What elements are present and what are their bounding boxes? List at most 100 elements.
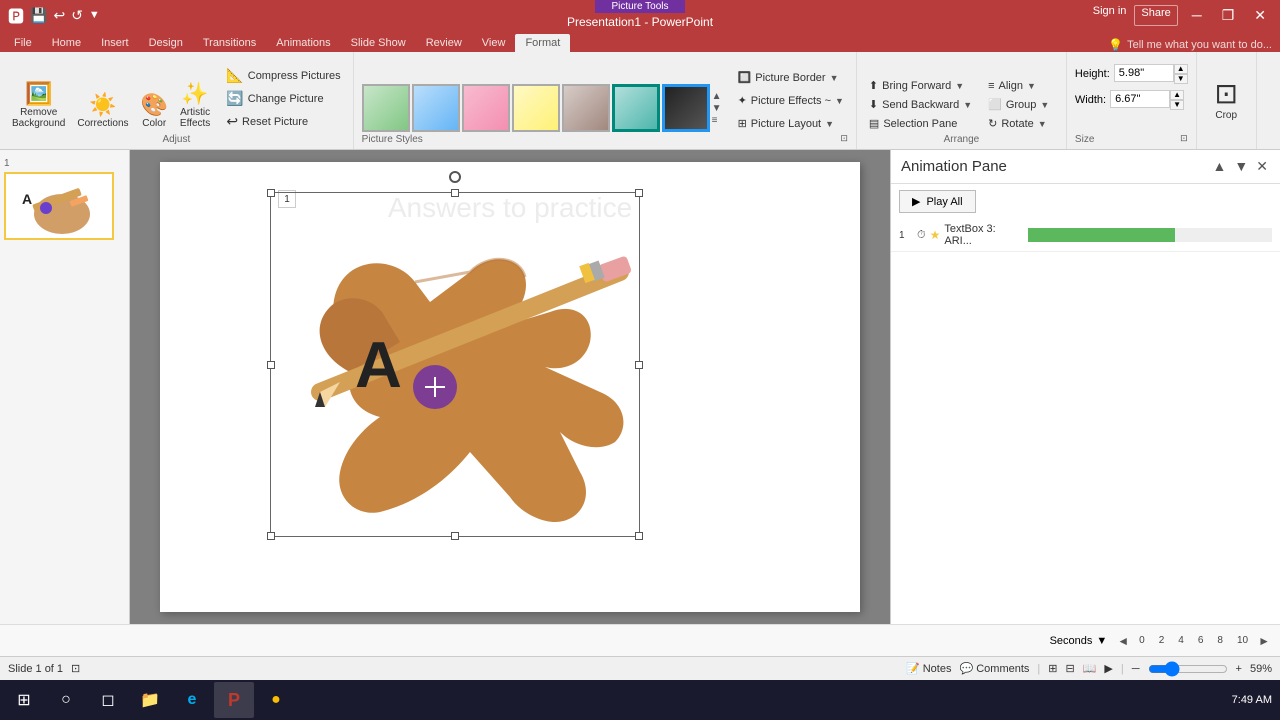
- tab-design[interactable]: Design: [139, 34, 193, 52]
- timeline-next-btn[interactable]: ►: [1256, 634, 1272, 648]
- tab-insert[interactable]: Insert: [91, 34, 139, 52]
- start-button[interactable]: ⊞: [4, 682, 44, 718]
- picture-styles-expand-btn[interactable]: ⊡: [840, 133, 848, 144]
- ribbon-group-adjust: 🖼️ RemoveBackground ☀️ Corrections 🎨 Col…: [0, 52, 354, 149]
- fit-icon[interactable]: ⊡: [71, 662, 80, 675]
- style-thumb-4[interactable]: [512, 84, 560, 132]
- image-container[interactable]: A: [270, 192, 640, 537]
- height-input[interactable]: [1114, 64, 1174, 82]
- view-slideshow-btn[interactable]: ▶: [1104, 662, 1112, 675]
- compress-pictures-btn[interactable]: 📐 Compress Pictures: [222, 65, 344, 86]
- handle-bottom-center[interactable]: [451, 532, 459, 540]
- customize-icon[interactable]: ▼: [89, 9, 100, 21]
- tab-home[interactable]: Home: [42, 34, 91, 52]
- view-normal-btn[interactable]: ⊞: [1048, 662, 1057, 675]
- width-input[interactable]: [1110, 90, 1170, 108]
- zoom-in-btn[interactable]: +: [1236, 663, 1242, 675]
- height-down-btn[interactable]: ▼: [1174, 74, 1188, 84]
- gallery-more-btn[interactable]: ≡: [712, 115, 722, 126]
- gallery-down-btn[interactable]: ▼: [712, 103, 722, 114]
- powerpoint-taskbar-btn[interactable]: P: [214, 682, 254, 718]
- align-btn[interactable]: ≡ Align ▼: [984, 78, 1053, 94]
- anim-pane-up-btn[interactable]: ▲: [1211, 156, 1229, 177]
- restore-btn[interactable]: ❐: [1216, 5, 1241, 26]
- canvas-area[interactable]: Answers to practice 1: [130, 150, 890, 624]
- artistic-effects-btn[interactable]: ✨ ArtisticEffects: [176, 80, 214, 132]
- undo-icon[interactable]: ↩: [53, 7, 65, 24]
- adjust-group-title: Adjust: [162, 132, 190, 145]
- tell-me-input[interactable]: 💡 Tell me what you want to do...: [1100, 38, 1280, 52]
- anim-pane-down-btn[interactable]: ▼: [1232, 156, 1250, 177]
- handle-top-left[interactable]: [267, 189, 275, 197]
- notes-btn[interactable]: 📝 Notes: [906, 662, 952, 675]
- picture-layout-btn[interactable]: ⊞ Picture Layout ▼: [734, 115, 848, 132]
- tab-animations[interactable]: Animations: [266, 34, 340, 52]
- file-explorer-btn[interactable]: 📁: [130, 682, 170, 718]
- style-thumb-6[interactable]: [612, 84, 660, 132]
- handle-bottom-left[interactable]: [267, 532, 275, 540]
- rotate-icon: ↻: [988, 117, 997, 130]
- sign-in-btn[interactable]: Sign in: [1093, 5, 1127, 26]
- ribbon-group-picture-styles: ▲ ▼ ≡ 🔲 Picture Border ▼ ✦ Picture Effec…: [354, 52, 857, 149]
- handle-top-center[interactable]: [451, 189, 459, 197]
- chrome-taskbar-btn[interactable]: ●: [256, 682, 296, 718]
- edge-btn[interactable]: e: [172, 682, 212, 718]
- change-picture-btn[interactable]: 🔄 Change Picture: [222, 88, 344, 109]
- handle-middle-right[interactable]: [635, 361, 643, 369]
- tab-view[interactable]: View: [472, 34, 516, 52]
- picture-border-btn[interactable]: 🔲 Picture Border ▼: [734, 69, 848, 86]
- selection-pane-btn[interactable]: ▤ Selection Pane: [865, 115, 976, 132]
- search-btn[interactable]: ○: [46, 682, 86, 718]
- view-slidesorter-btn[interactable]: ⊟: [1065, 662, 1074, 675]
- corrections-btn[interactable]: ☀️ Corrections: [73, 91, 132, 132]
- tab-transitions[interactable]: Transitions: [193, 34, 266, 52]
- task-view-btn[interactable]: ◻: [88, 682, 128, 718]
- picture-effects-btn[interactable]: ✦ Picture Effects ~ ▼: [734, 92, 848, 109]
- width-up-btn[interactable]: ▲: [1170, 90, 1184, 100]
- remove-background-btn[interactable]: 🖼️ RemoveBackground: [8, 80, 69, 132]
- handle-bottom-right[interactable]: [635, 532, 643, 540]
- play-all-button[interactable]: ▶ Play All: [899, 190, 976, 213]
- handle-middle-left[interactable]: [267, 361, 275, 369]
- style-options-col: 🔲 Picture Border ▼ ✦ Picture Effects ~ ▼…: [734, 69, 848, 132]
- ribbon: 🖼️ RemoveBackground ☀️ Corrections 🎨 Col…: [0, 52, 1280, 150]
- slide-thumbnail[interactable]: A: [4, 172, 114, 240]
- crop-icon: ⊡: [1214, 80, 1237, 108]
- anim-bar-container: [1028, 228, 1272, 242]
- zoom-out-btn[interactable]: ─: [1132, 663, 1140, 675]
- rotate-btn[interactable]: ↻ Rotate ▼: [984, 115, 1053, 132]
- timeline-prev-btn[interactable]: ◄: [1115, 634, 1131, 648]
- size-expand-btn[interactable]: ⊡: [1180, 133, 1188, 144]
- group-btn[interactable]: ⬜ Group ▼: [984, 96, 1053, 113]
- reset-picture-btn[interactable]: ↩ Reset Picture: [222, 111, 344, 132]
- send-backward-btn[interactable]: ⬇ Send Backward ▼: [865, 96, 976, 113]
- crop-btn[interactable]: ⊡ Crop: [1210, 77, 1241, 124]
- width-down-btn[interactable]: ▼: [1170, 100, 1184, 110]
- color-btn[interactable]: 🎨 Color: [137, 91, 172, 132]
- view-reading-btn[interactable]: 📖: [1083, 662, 1097, 675]
- save-icon[interactable]: 💾: [30, 7, 47, 24]
- style-thumb-5[interactable]: [562, 84, 610, 132]
- style-thumb-2[interactable]: [412, 84, 460, 132]
- close-btn[interactable]: ✕: [1248, 5, 1272, 26]
- height-up-btn[interactable]: ▲: [1174, 64, 1188, 74]
- redo-icon[interactable]: ↺: [71, 7, 83, 24]
- handle-top-right[interactable]: [635, 189, 643, 197]
- tab-review[interactable]: Review: [416, 34, 472, 52]
- tab-slideshow[interactable]: Slide Show: [341, 34, 416, 52]
- tab-file[interactable]: File: [4, 34, 42, 52]
- style-thumb-3[interactable]: [462, 84, 510, 132]
- style-thumb-1[interactable]: [362, 84, 410, 132]
- style-thumb-7[interactable]: [662, 84, 710, 132]
- bring-forward-btn[interactable]: ⬆ Bring Forward ▼: [865, 77, 976, 94]
- gallery-up-btn[interactable]: ▲: [712, 91, 722, 102]
- comments-btn[interactable]: 💬 Comments: [959, 662, 1029, 675]
- share-btn[interactable]: Share: [1134, 5, 1177, 26]
- rotate-handle[interactable]: [449, 171, 461, 183]
- seconds-dropdown-btn[interactable]: ▼: [1096, 635, 1107, 647]
- layout-icon: ⊞: [738, 117, 747, 130]
- tab-format[interactable]: Format: [515, 34, 570, 52]
- anim-pane-close-btn[interactable]: ✕: [1254, 156, 1270, 177]
- zoom-slider[interactable]: [1148, 661, 1228, 677]
- minimize-btn[interactable]: ─: [1186, 5, 1208, 26]
